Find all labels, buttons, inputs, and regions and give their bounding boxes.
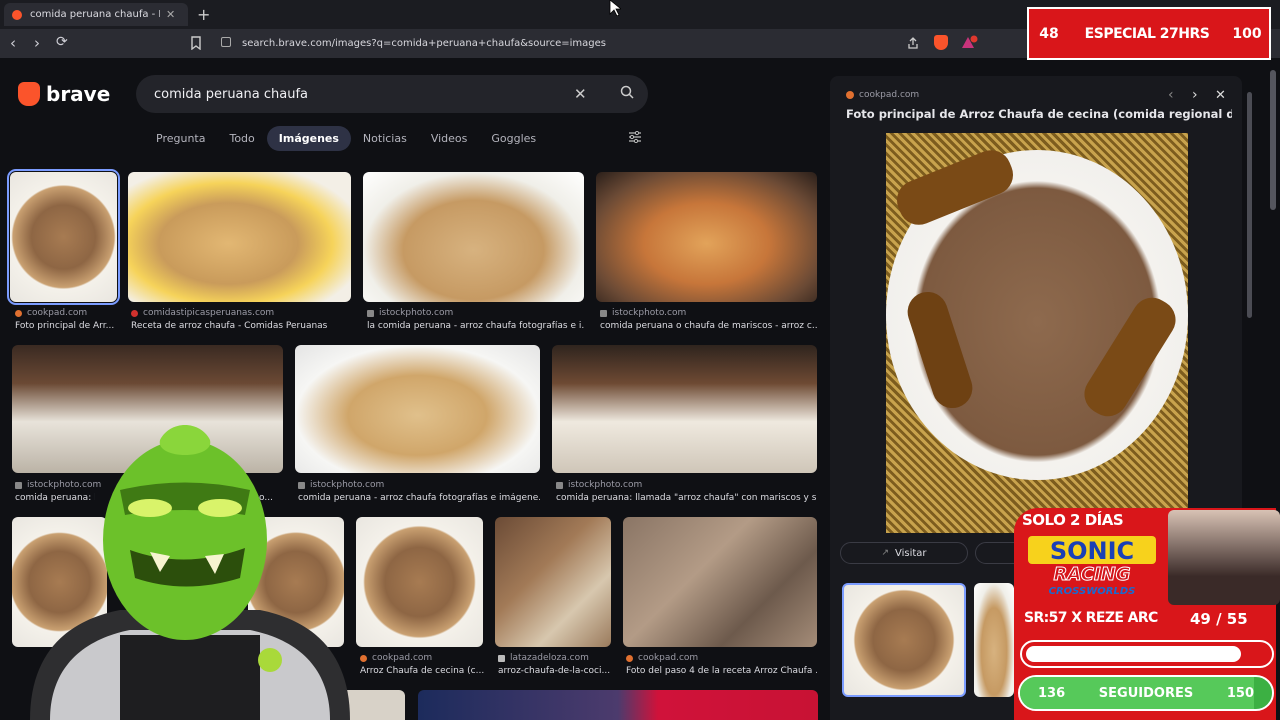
result-caption[interactable]: Foto principal de Arr... — [15, 321, 117, 331]
back-button[interactable]: ‹ — [10, 34, 16, 52]
share-icon[interactable] — [906, 36, 920, 50]
followers-label: SEGUIDORES — [1098, 686, 1194, 701]
followers-current: 136 — [1038, 686, 1066, 701]
result-source: istockphoto.com — [556, 480, 642, 490]
preview-title[interactable]: Foto principal de Arroz Chaufa de cecina… — [846, 107, 1232, 121]
result-source: cookpad.com — [15, 308, 87, 318]
image-result[interactable] — [495, 517, 611, 647]
source-favicon-icon — [15, 309, 22, 317]
promo-subtitle: SR:57 X REZE ARC — [1024, 610, 1158, 626]
preview-close-button[interactable]: ✕ — [1215, 88, 1226, 103]
preview-thumbnail[interactable] — [974, 583, 1014, 697]
visit-label: Visitar — [894, 547, 927, 559]
result-caption[interactable]: comida peruana: llamada "arroz chaufa" c… — [556, 493, 817, 503]
tab-noticias[interactable]: Noticias — [351, 126, 419, 151]
tab-pregunta[interactable]: Pregunta — [144, 126, 217, 151]
image-result[interactable] — [363, 172, 584, 302]
crossworlds-logo-text: CROSSWORLDS — [1049, 586, 1136, 597]
goal-right-count: 100 — [1232, 25, 1262, 42]
result-caption[interactable]: Receta de arroz chaufa - Comidas Peruana… — [131, 321, 351, 331]
goal-title: ESPECIAL 27HRS — [1084, 25, 1210, 42]
bookmark-icon[interactable] — [190, 36, 202, 50]
brave-shields-icon[interactable] — [934, 35, 948, 50]
promo-progress-fill — [1026, 646, 1241, 662]
panel-scrollbar[interactable] — [1247, 92, 1252, 318]
rewards-icon[interactable] — [960, 35, 978, 50]
address-bar[interactable]: search.brave.com/images?q=comida+peruana… — [214, 32, 930, 54]
browser-tab[interactable]: comida peruana chaufa - Brave S ✕ — [4, 3, 188, 26]
tab-todo[interactable]: Todo — [217, 126, 266, 151]
image-result[interactable] — [623, 517, 817, 647]
image-result[interactable] — [596, 172, 817, 302]
image-result[interactable] — [7, 169, 120, 305]
result-caption[interactable]: Arroz Chaufa de cecina (c... — [360, 666, 484, 676]
anime-character-image — [1168, 510, 1280, 605]
preview-prev-button[interactable]: ‹ — [1168, 87, 1174, 103]
tab-title: comida peruana chaufa - Brave S — [30, 9, 160, 20]
source-favicon-icon — [498, 654, 505, 662]
promo-count: 49 / 55 — [1190, 610, 1248, 628]
new-tab-button[interactable]: + — [197, 5, 210, 24]
image-result[interactable] — [418, 690, 818, 720]
image-result[interactable] — [128, 172, 351, 302]
source-favicon-icon — [626, 654, 633, 662]
source-favicon-icon — [367, 309, 374, 317]
promo-banner: SOLO 2 DÍAS — [1022, 511, 1124, 529]
filter-settings-icon[interactable] — [628, 131, 642, 143]
result-source: istockphoto.com — [600, 308, 686, 318]
clear-search-icon[interactable]: ✕ — [574, 85, 587, 103]
sonic-logo-text: SONIC — [1050, 537, 1134, 565]
result-source: cookpad.com — [626, 653, 698, 663]
brave-logo-text: brave — [46, 82, 111, 106]
image-result[interactable] — [552, 345, 817, 473]
page-scrollbar[interactable] — [1270, 70, 1276, 210]
tab-close-icon[interactable]: ✕ — [166, 8, 175, 21]
result-source: cookpad.com — [360, 653, 432, 663]
source-favicon-icon — [600, 309, 607, 317]
result-caption[interactable]: comida peruana o chaufa de mariscos - ar… — [600, 321, 817, 331]
result-caption[interactable]: la comida peruana - arroz chaufa fotogra… — [367, 321, 584, 331]
search-icon[interactable] — [620, 85, 634, 99]
brave-logo[interactable]: brave — [18, 82, 110, 106]
search-input[interactable]: comida peruana chaufa — [136, 75, 648, 113]
racing-logo-text: RACING — [1054, 564, 1131, 585]
search-tabs: Pregunta Todo Imágenes Noticias Videos G… — [144, 126, 548, 151]
link-arrow-icon: ↗ — [881, 548, 889, 558]
tab-goggles[interactable]: Goggles — [479, 126, 548, 151]
image-result[interactable] — [356, 517, 483, 647]
reload-button[interactable]: ⟳ — [56, 34, 68, 50]
source-favicon-icon — [556, 481, 563, 489]
promo-progress-bar — [1020, 640, 1274, 668]
source-favicon-icon — [846, 91, 854, 99]
result-source: comidastipicasperuanas.com — [131, 308, 274, 318]
result-caption[interactable]: Foto del paso 4 de la receta Arroz Chauf… — [626, 666, 817, 676]
preview-thumbnail[interactable] — [842, 583, 966, 697]
brave-favicon-icon — [12, 9, 22, 20]
preview-source: cookpad.com — [846, 90, 919, 100]
tab-imagenes[interactable]: Imágenes — [266, 126, 351, 151]
mouse-cursor-icon — [609, 0, 621, 16]
result-caption[interactable]: arroz-chaufa-de-la-coci... — [498, 666, 612, 676]
result-source: istockphoto.com — [367, 308, 453, 318]
tab-videos[interactable]: Videos — [419, 126, 480, 151]
source-favicon-icon — [131, 309, 138, 317]
result-source: latazadeloza.com — [498, 653, 589, 663]
followers-goal-bar: 136 SEGUIDORES 150 — [1018, 675, 1274, 711]
preview-next-button[interactable]: › — [1192, 87, 1198, 103]
followers-goal: 150 — [1226, 686, 1254, 701]
stream-goal-banner: 48 ESPECIAL 27HRS 100 — [1027, 7, 1271, 60]
brave-lion-icon — [18, 82, 40, 106]
forward-button[interactable]: › — [34, 34, 40, 52]
goal-left-count: 48 — [1039, 25, 1059, 42]
sonic-racing-logo: SONIC RACING CROSSWORLDS — [1028, 536, 1156, 597]
visit-button[interactable]: ↗ Visitar — [840, 542, 968, 564]
streamer-avatar — [30, 425, 350, 720]
